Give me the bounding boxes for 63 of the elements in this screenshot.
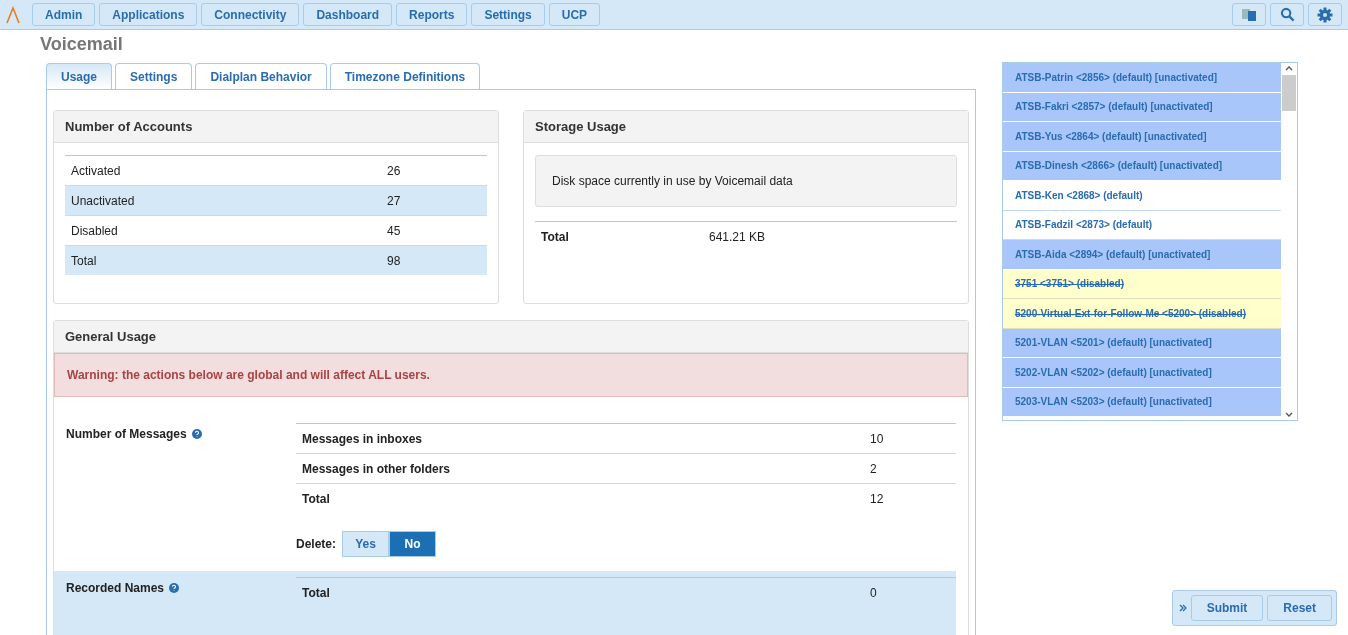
table-cell-text: 98 — [386, 253, 402, 268]
delete-label: Delete: — [296, 537, 336, 551]
extension-item[interactable]: ATSB-Fakri <2857> (default) [unactivated] — [1003, 92, 1281, 122]
extension-item[interactable]: ATSB-Dinesh <2866> (default) [unactivated] — [1003, 151, 1281, 181]
table-cell-text: Messages in other folders — [301, 461, 452, 476]
section-label: Number of Messages — [66, 427, 187, 441]
toggle-option[interactable]: No — [389, 531, 436, 557]
table-cell-text: Total — [301, 585, 331, 600]
table-cell-text: 26 — [386, 163, 402, 178]
info-note: Disk space currently in use by Voicemail data — [535, 155, 957, 207]
extension-item[interactable]: ATSB-Yus <2864> (default) [unactivated] — [1003, 122, 1281, 152]
tab[interactable]: Settings — [115, 63, 193, 89]
extension-item[interactable]: 5202-VLAN <5202> (default) [unactivated] — [1003, 358, 1281, 388]
extension-item[interactable]: 5201-VLAN <5201> (default) [unactivated] — [1003, 328, 1281, 358]
table-cell-text: Messages in inboxes — [301, 431, 424, 446]
table-cell-text: Unactivated — [70, 193, 136, 208]
scrollbar-thumb[interactable] — [1282, 75, 1296, 111]
help-icon[interactable] — [169, 583, 180, 593]
action-button[interactable]: Reset — [1267, 595, 1332, 621]
extension-item[interactable]: ATSB-Patrin <2856> (default) [unactivated] — [1003, 63, 1281, 93]
search-button[interactable] — [1270, 3, 1304, 26]
toggle-option[interactable]: Yes — [342, 531, 389, 557]
nav-menu-button[interactable]: Dashboard — [303, 3, 393, 26]
scrollbar[interactable] — [1281, 63, 1297, 420]
logo-icon[interactable] — [6, 5, 20, 24]
section-label: Recorded Names — [66, 581, 165, 595]
settings-icon — [1317, 6, 1333, 23]
table-cell-text: 641.21 KB — [708, 229, 767, 244]
help-icon[interactable] — [191, 429, 202, 439]
action-button[interactable]: Submit — [1190, 595, 1264, 621]
extension-item[interactable]: 3751 <3751> (disabled) — [1003, 269, 1281, 299]
extension-item[interactable]: 5200-Virtual-Ext-for-Follow-Me <5200> (disabled) — [1003, 299, 1281, 329]
nav-menu-button[interactable]: UCP — [548, 3, 601, 26]
double-chevron-icon[interactable] — [1178, 604, 1187, 612]
settings-button[interactable] — [1308, 3, 1342, 26]
extension-item[interactable]: ATSB-Aida <2894> (default) [unactivated] — [1003, 240, 1281, 270]
extension-item[interactable]: 5203-VLAN <5203> (default) [unactivated] — [1003, 387, 1281, 417]
nav-menu-button[interactable]: Connectivity — [201, 3, 300, 26]
nav-menu-button[interactable]: Settings — [471, 3, 545, 26]
table-cell-text: 2 — [869, 461, 878, 476]
tab[interactable]: Usage — [46, 63, 113, 89]
table-cell-text: Total — [70, 253, 98, 268]
table-cell-text: 12 — [869, 491, 885, 506]
tab[interactable]: Timezone Definitions — [329, 63, 481, 89]
page-title: Voicemail — [40, 34, 124, 55]
nav-menu-button[interactable]: Reports — [396, 3, 468, 26]
table-cell-text: 0 — [869, 585, 878, 600]
nav-menu-button[interactable]: Applications — [99, 3, 198, 26]
panel-title: Storage Usage — [524, 111, 968, 143]
panel-title: General Usage — [54, 321, 968, 353]
table-cell-text: 45 — [386, 223, 402, 238]
language-button[interactable] — [1232, 3, 1266, 26]
table-cell-text: 27 — [386, 193, 402, 208]
warning-alert: Warning: the actions below are global and will affect ALL users. — [54, 353, 968, 397]
search-icon — [1279, 7, 1295, 22]
nav-menu-button[interactable]: Admin — [32, 3, 96, 26]
table-cell-text: 10 — [869, 431, 885, 446]
panel-title: Number of Accounts — [54, 111, 498, 143]
table-cell-text: Total — [540, 229, 570, 244]
table-cell-text: Total — [301, 491, 331, 506]
table-cell-text: Disabled — [70, 223, 119, 238]
table-cell-text: Activated — [70, 163, 122, 178]
tab[interactable]: Dialplan Behavior — [195, 63, 327, 89]
